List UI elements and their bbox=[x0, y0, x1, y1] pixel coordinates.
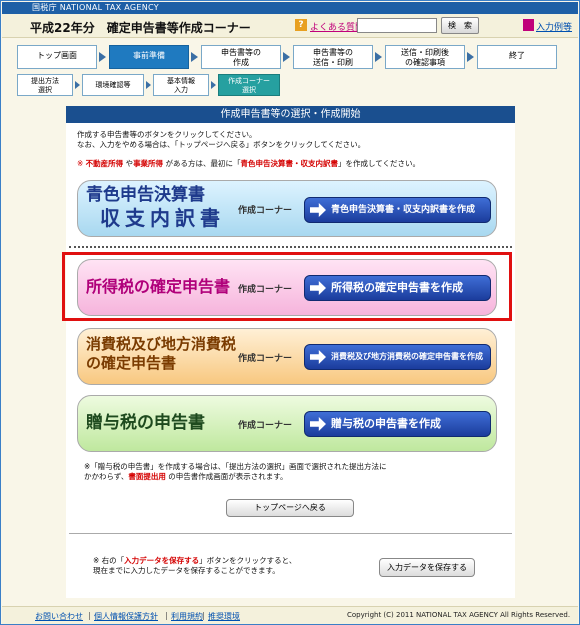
search-button[interactable]: 検 索 bbox=[441, 17, 479, 34]
footnote-line-1: ※「贈与税の申告書」を作成する場合は、「提出方法の選択」画面で選択された提出方法… bbox=[84, 462, 387, 471]
copyright: Copyright (C) 2011 NATIONAL TAX AGENCY A… bbox=[347, 611, 571, 619]
notice-text: ※ 不動産所得 や事業所得 がある方は、最初に「青色申告決算書・収支内訳書」を作… bbox=[77, 158, 507, 169]
save-data-button[interactable]: 入力データを保存する bbox=[379, 558, 475, 577]
substep-arrow-icon bbox=[75, 81, 80, 89]
card-title: 贈与税の申告書 bbox=[86, 413, 205, 433]
card-title-2: 収支内訳書 bbox=[100, 206, 225, 230]
gift-tax-card: 贈与税の申告書 作成コーナー 贈与税の申告書を作成 bbox=[77, 395, 497, 452]
step-after-check: 送信・印刷後 の確認事項 bbox=[385, 45, 465, 69]
footer-separator: | bbox=[202, 611, 205, 620]
footer: お問い合わせ | 個人情報保護方針 | 利用規約 | 推奨環境 Copyrigh… bbox=[2, 606, 578, 624]
create-consumption-tax-button[interactable]: 消費税及び地方消費税の確定申告書を作成 bbox=[304, 344, 491, 370]
intro-line-2: なお、入力をやめる場合は、「トップページへ戻る」ボタンをクリックしてください。 bbox=[77, 140, 366, 149]
footnote-prefix: かかわらず、 bbox=[84, 472, 129, 481]
agency-bar: 国税庁 NATIONAL TAX AGENCY bbox=[2, 2, 578, 14]
substep-basic-info: 基本情報 入力 bbox=[153, 74, 209, 96]
header: 平成22年分 確定申告書等作成コーナー ? よくある質問 検 索 入力例等 bbox=[2, 14, 578, 38]
footer-separator: | bbox=[88, 611, 91, 620]
note-suffix: 」を作成してください。 bbox=[337, 159, 421, 168]
note-red-3: 青色申告決算書・収支内訳書 bbox=[240, 159, 338, 168]
step-send-print: 申告書等の 送信・印刷 bbox=[293, 45, 373, 69]
step-arrow-icon bbox=[375, 52, 382, 62]
back-to-top-button[interactable]: トップページへ戻る bbox=[226, 499, 354, 517]
gift-tax-footnote: ※「贈与税の申告書」を作成する場合は、「提出方法の選択」画面で選択された提出方法… bbox=[84, 462, 504, 482]
divider bbox=[69, 533, 512, 534]
note-mid-2: がある方は、最初に「 bbox=[163, 159, 241, 168]
step-arrow-icon bbox=[283, 52, 290, 62]
step-arrow-icon bbox=[99, 52, 106, 62]
arrow-right-icon bbox=[310, 350, 326, 364]
button-label: 青色申告決算書・収支内訳書を作成 bbox=[331, 205, 476, 215]
button-label: 消費税及び地方消費税の確定申告書を作成 bbox=[331, 352, 483, 361]
faq-link[interactable]: よくある質問 bbox=[310, 20, 364, 33]
footer-link-privacy[interactable]: 個人情報保護方針 bbox=[94, 611, 158, 622]
footer-link-terms[interactable]: 利用規約 bbox=[171, 611, 203, 622]
substep-method: 提出方法 選択 bbox=[17, 74, 73, 96]
note-red-1: 不動産所得 bbox=[85, 159, 124, 168]
intro-line-1: 作成する申告書等のボタンをクリックしてください。 bbox=[77, 130, 257, 139]
arrow-right-icon bbox=[310, 203, 326, 217]
main-panel: 作成申告書等の選択・作成開始 作成する申告書等のボタンをクリックしてください。 … bbox=[62, 106, 515, 598]
intro-text: 作成する申告書等のボタンをクリックしてください。 なお、入力をやめる場合は、「ト… bbox=[77, 130, 507, 150]
step-end: 終了 bbox=[477, 45, 557, 69]
save-note-line-2: 現在までに入力したデータを保存することができます。 bbox=[93, 566, 280, 575]
save-note-prefix: ※ 右の「 bbox=[93, 556, 125, 565]
substep-corner-select: 作成コーナー 選択 bbox=[218, 74, 280, 96]
step-create: 申告書等の 作成 bbox=[201, 45, 281, 69]
consumption-tax-card: 消費税及び地方消費税 の確定申告書 作成コーナー 消費税及び地方消費税の確定申告… bbox=[77, 328, 497, 385]
create-gift-tax-button[interactable]: 贈与税の申告書を作成 bbox=[304, 411, 491, 437]
question-icon: ? bbox=[295, 19, 307, 31]
panel-title: 作成申告書等の選択・作成開始 bbox=[66, 106, 515, 123]
note-red-2: 事業所得 bbox=[133, 159, 164, 168]
create-blue-return-button[interactable]: 青色申告決算書・収支内訳書を作成 bbox=[304, 197, 491, 223]
note-prefix: ※ bbox=[77, 159, 86, 168]
footer-link-environment[interactable]: 推奨環境 bbox=[208, 611, 240, 622]
blue-return-card: 青色申告決算書 収支内訳書 作成コーナー 青色申告決算書・収支内訳書を作成 bbox=[77, 180, 497, 237]
footnote-line-2: かかわらず、書面提出用 の申告書作成画面が表示されます。 bbox=[84, 472, 504, 482]
save-note-red: 入力データを保存する bbox=[124, 556, 200, 565]
search-input[interactable] bbox=[357, 18, 437, 33]
highlight-frame bbox=[62, 252, 512, 321]
save-note-line-1: ※ 右の「入力データを保存する」ボタンをクリックすると、 bbox=[93, 556, 363, 566]
save-note-suffix: 」ボタンをクリックすると、 bbox=[199, 556, 297, 565]
button-label: 贈与税の申告書を作成 bbox=[331, 417, 441, 430]
step-arrow-icon bbox=[467, 52, 474, 62]
page-frame: 国税庁 NATIONAL TAX AGENCY 平成22年分 確定申告書等作成コ… bbox=[0, 0, 580, 625]
step-preparation: 事前準備 bbox=[109, 45, 189, 69]
corner-label: 作成コーナー bbox=[238, 206, 293, 216]
card-title-2: の確定申告書 bbox=[86, 354, 177, 372]
substep-arrow-icon bbox=[211, 81, 216, 89]
card-title: 青色申告決算書 bbox=[86, 185, 205, 205]
corner-label: 作成コーナー bbox=[238, 421, 293, 431]
footer-link-contact[interactable]: お問い合わせ bbox=[35, 611, 83, 622]
card-title: 消費税及び地方消費税 bbox=[86, 335, 237, 353]
footer-separator: | bbox=[165, 611, 168, 620]
note-mid-1: や bbox=[123, 159, 134, 168]
corner-label: 作成コーナー bbox=[238, 354, 293, 364]
arrow-right-icon bbox=[310, 417, 326, 431]
divider bbox=[69, 246, 512, 248]
footnote-suffix: の申告書作成画面が表示されます。 bbox=[165, 472, 288, 481]
step-top: トップ画面 bbox=[17, 45, 97, 69]
input-example-link[interactable]: 入力例等 bbox=[536, 20, 572, 33]
substep-arrow-icon bbox=[146, 81, 151, 89]
page-title: 平成22年分 確定申告書等作成コーナー bbox=[30, 21, 251, 35]
step-arrow-icon bbox=[191, 52, 198, 62]
save-note: ※ 右の「入力データを保存する」ボタンをクリックすると、 現在までに入力したデー… bbox=[93, 556, 363, 576]
footnote-red: 書面提出用 bbox=[128, 472, 166, 481]
book-icon bbox=[523, 19, 534, 31]
substep-environment: 環境確認等 bbox=[82, 74, 144, 96]
